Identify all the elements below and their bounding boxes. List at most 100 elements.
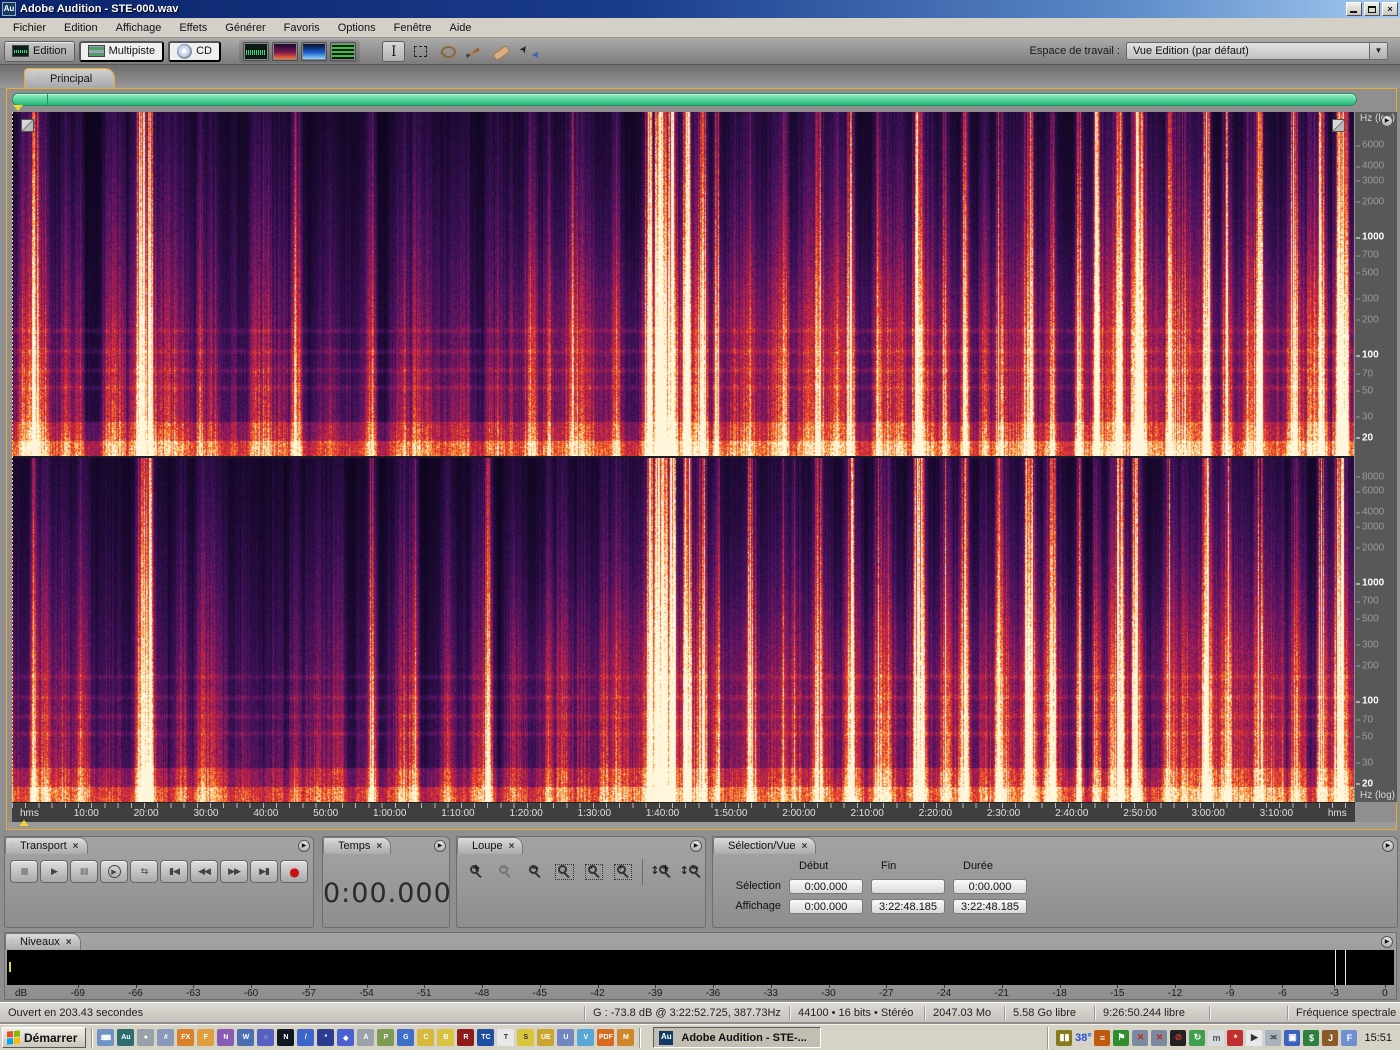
selection-view-panel-tab[interactable]: Sélection/Vue × <box>713 837 817 854</box>
letter-a-launcher-icon[interactable]: A <box>357 1029 375 1046</box>
pause-button[interactable]: ▮▮ <box>70 860 98 883</box>
planet-launcher-icon[interactable]: ○ <box>257 1029 275 1046</box>
mouse-tray-icon[interactable]: m <box>1208 1029 1225 1046</box>
zoom-out-vertical-button[interactable] <box>679 861 705 883</box>
zoom-in-vertical-button[interactable] <box>642 859 675 885</box>
folder-launcher-icon[interactable]: F <box>197 1029 215 1046</box>
transport-panel-tab[interactable]: Transport × <box>5 837 88 854</box>
minimize-button[interactable] <box>1346 2 1362 16</box>
play-from-cursor-button[interactable]: ▶ <box>100 860 128 883</box>
zoom-to-selection-button[interactable] <box>551 861 577 883</box>
scrub-tool-button[interactable] <box>517 41 540 62</box>
menu-item[interactable]: Options <box>329 20 385 36</box>
ue-launcher-icon[interactable]: UE <box>537 1029 555 1046</box>
stop-button[interactable]: ■ <box>10 860 38 883</box>
transport-panel-menu-button[interactable]: ▶ <box>298 840 310 852</box>
spot-healing-brush-tool-button[interactable] <box>490 41 513 62</box>
view-start-field[interactable]: 0:00.000 <box>789 898 863 914</box>
playhead-marker-top[interactable] <box>13 105 23 111</box>
chevron-down-icon[interactable]: ▼ <box>1369 43 1387 59</box>
main-panel-menu-button[interactable]: ▶ <box>1381 115 1393 127</box>
word-launcher-icon[interactable]: W <box>237 1029 255 1046</box>
netscape-launcher-icon[interactable]: N <box>277 1029 295 1046</box>
menu-item[interactable]: Edition <box>55 20 107 36</box>
pdf-launcher-icon[interactable]: PDF <box>597 1029 615 1046</box>
marquee-selection-tool-button[interactable] <box>409 41 432 62</box>
selection-duration-field[interactable]: 0:00.000 <box>953 878 1027 894</box>
horizontal-scrollbar[interactable] <box>12 93 1357 106</box>
menu-item[interactable]: Affichage <box>107 20 171 36</box>
close-icon[interactable]: × <box>376 841 382 852</box>
stamp-launcher-icon[interactable]: ◆ <box>337 1029 355 1046</box>
time-panel-menu-button[interactable]: ▶ <box>434 840 446 852</box>
bird-launcher-icon[interactable]: V <box>577 1029 595 1046</box>
menu-item[interactable]: Favoris <box>275 20 329 36</box>
menu-item[interactable]: Générer <box>216 20 274 36</box>
zoom-panel-tab[interactable]: Loupe × <box>457 837 524 854</box>
network-offline2-tray-icon[interactable]: ✕ <box>1151 1029 1168 1046</box>
frequency-ruler-right-channel[interactable]: Hz (log) 8000 6000 4000 3000 2000 1000 700 500 3… <box>1355 458 1397 802</box>
tc-launcher-icon[interactable]: TC <box>477 1029 495 1046</box>
fx-launcher-icon[interactable]: FX <box>177 1029 195 1046</box>
jar-tray-icon[interactable]: J <box>1322 1029 1339 1046</box>
view-duration-field[interactable]: 3:22:48.185 <box>953 898 1027 914</box>
channel-left-toggle-button[interactable] <box>21 119 34 132</box>
time-panel-tab[interactable]: Temps × <box>323 837 392 854</box>
stripes-tray-icon[interactable]: ≡ <box>1094 1029 1111 1046</box>
levels-panel-tab[interactable]: Niveaux × <box>5 933 81 950</box>
level-meter[interactable] <box>7 950 1394 985</box>
task-button-audition[interactable]: Au Adobe Audition - STE-... <box>653 1027 822 1048</box>
package-launcher-icon[interactable]: P <box>377 1029 395 1046</box>
selection-end-field[interactable] <box>871 878 945 894</box>
menu-item[interactable]: Effets <box>170 20 216 36</box>
audition-launcher-icon[interactable]: Au <box>117 1029 135 1046</box>
menu-item[interactable]: Fichier <box>4 20 55 36</box>
menu-item[interactable]: Aide <box>441 20 481 36</box>
record-button[interactable]: ● <box>280 860 308 883</box>
pointer-launcher-icon[interactable]: / <box>297 1029 315 1046</box>
levels-view-button[interactable] <box>330 41 356 61</box>
channel-right-toggle-button[interactable] <box>1332 119 1345 132</box>
zoom-out-horizontal-button[interactable] <box>492 861 518 883</box>
temperature-tray-indicator[interactable]: 38° <box>1075 1030 1092 1046</box>
start-button[interactable]: Démarrer <box>2 1027 87 1048</box>
effects-paintbrush-tool-button[interactable] <box>463 41 486 62</box>
restore-button[interactable] <box>1364 2 1380 16</box>
globe-launcher-icon[interactable]: G <box>397 1029 415 1046</box>
lasso-selection-tool-button[interactable] <box>436 41 459 62</box>
mediaplayer-launcher-icon[interactable]: M <box>617 1029 635 1046</box>
coin-launcher-icon[interactable]: C <box>417 1029 435 1046</box>
calculator-launcher-icon[interactable]: # <box>157 1029 175 1046</box>
fast-forward-button[interactable]: ▶▶ <box>220 860 248 883</box>
play-button[interactable]: ▶ <box>40 860 68 883</box>
cd-mode-button[interactable]: CD <box>168 40 221 62</box>
tab-principal[interactable]: Principal <box>24 68 116 88</box>
network-offline-tray-icon[interactable]: ✕ <box>1132 1029 1149 1046</box>
close-icon[interactable]: × <box>73 841 79 852</box>
cursor-tray-icon[interactable]: ▶ <box>1246 1029 1263 1046</box>
title-bar[interactable]: Au Adobe Audition - STE-000.wav × <box>0 0 1400 18</box>
keyboard-tray-icon[interactable]: ≍ <box>1265 1029 1282 1046</box>
display-tray-icon[interactable]: ▣ <box>1284 1029 1301 1046</box>
burst-launcher-icon[interactable]: * <box>317 1029 335 1046</box>
playhead-marker-bottom[interactable] <box>19 820 29 826</box>
close-button[interactable]: × <box>1382 2 1398 16</box>
keyboard-launcher-icon[interactable]: ⌨ <box>97 1029 115 1046</box>
rewind-button[interactable]: ◀◀ <box>190 860 218 883</box>
zoom-in-horizontal-button[interactable] <box>463 861 489 883</box>
timeline-ruler[interactable]: hms 10:00 20:00 30:00 40:00 50:00 1:00:00 1:10… <box>12 802 1355 822</box>
workspace-dropdown[interactable]: Vue Edition (par défaut) ▼ <box>1126 42 1388 60</box>
currency-tray-icon[interactable]: $ <box>1303 1029 1320 1046</box>
play-looped-button[interactable]: ⇆ <box>130 860 158 883</box>
multipiste-mode-button[interactable]: Multipiste <box>78 40 165 62</box>
user-launcher-icon[interactable]: U <box>557 1029 575 1046</box>
zoom-to-selection-right-button[interactable] <box>610 861 636 883</box>
onenote-launcher-icon[interactable]: N <box>217 1029 235 1046</box>
selection-view-panel-menu-button[interactable]: ▶ <box>1382 840 1394 852</box>
waveform-view-button[interactable] <box>243 41 269 61</box>
menu-item[interactable]: Fenêtre <box>385 20 441 36</box>
spectral-display[interactable] <box>12 112 1354 802</box>
clock-launcher-icon[interactable]: T <box>497 1029 515 1046</box>
spectral-phase-view-button[interactable] <box>301 41 327 61</box>
close-icon[interactable]: × <box>66 937 72 948</box>
